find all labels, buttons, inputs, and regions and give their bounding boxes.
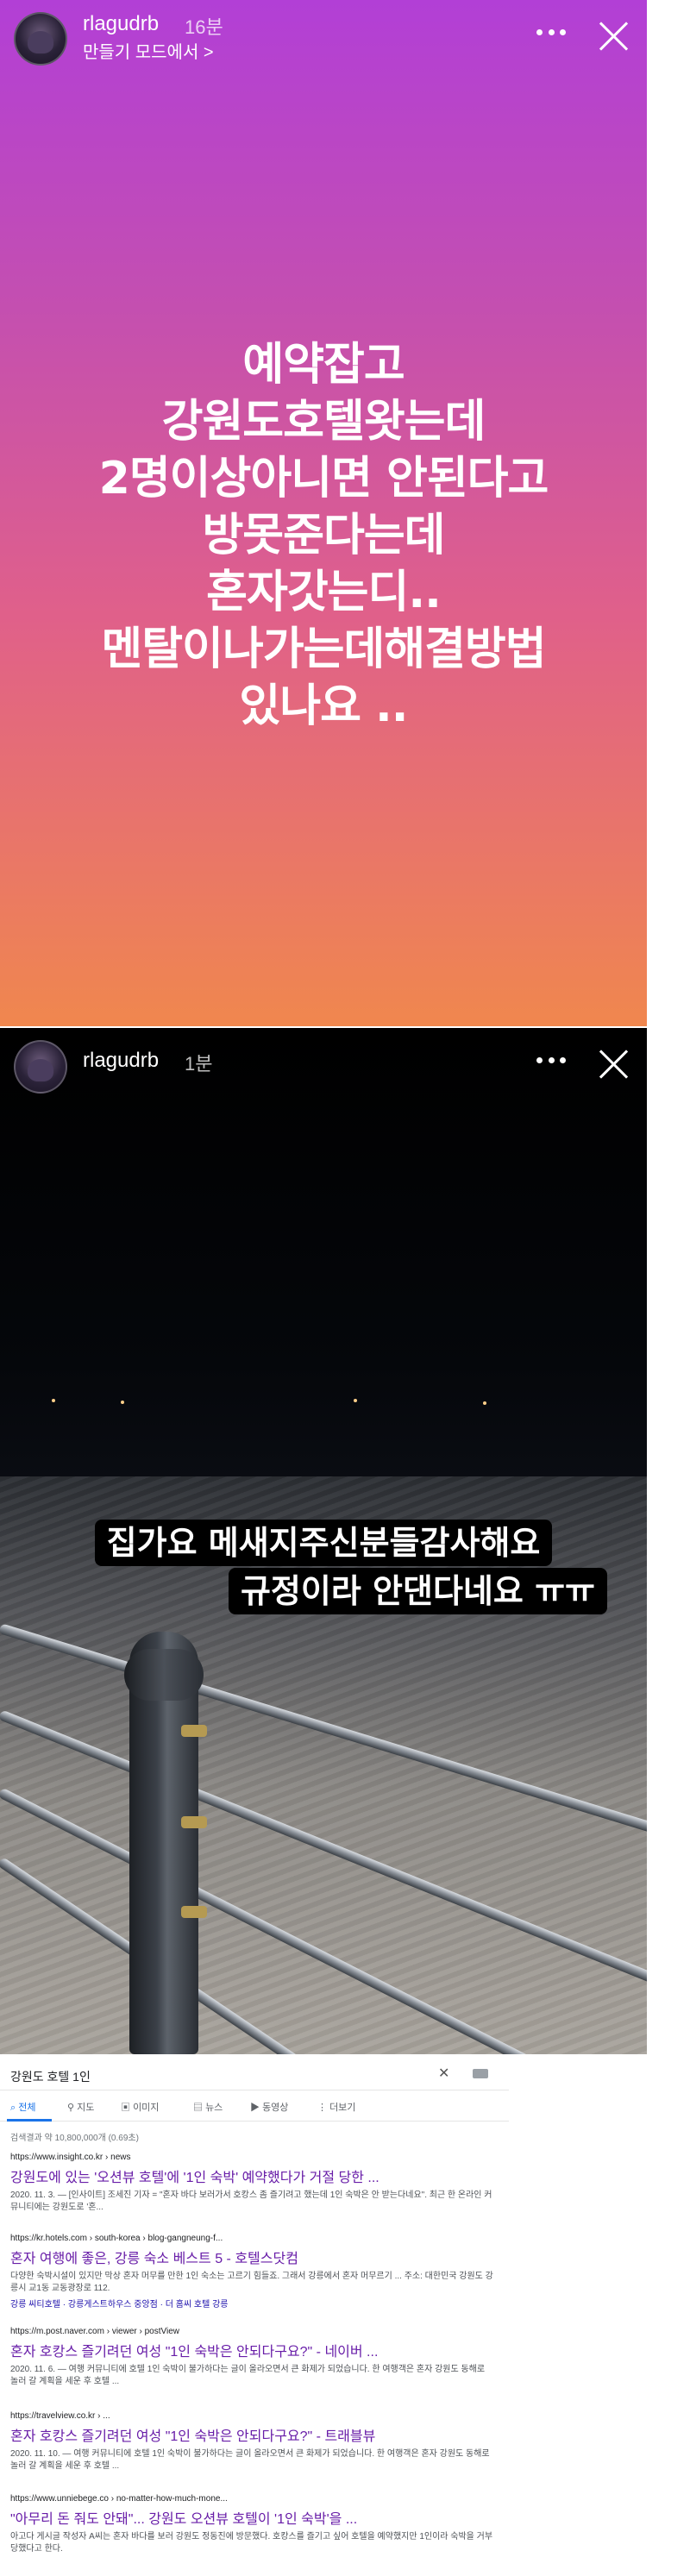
- result-title[interactable]: 혼자 호캉스 즐기려던 여성 "1인 숙박은 안되다구요?" - 네이버 ...: [10, 2340, 493, 2360]
- search-icon: ⌕: [10, 2103, 19, 2113]
- story-text: 예약잡고 강원도호텔왓는데 2명이상아니면 안된다고 방못준다는데 혼자갓는디.…: [0, 336, 647, 735]
- caption-line: 규정이라 안댄다네요 ㅠㅠ: [228, 1568, 607, 1614]
- story-text-line: 2명이상아니면 안된다고: [98, 453, 549, 505]
- search-result[interactable]: https://m.post.naver.com › viewer › post…: [10, 2327, 493, 2388]
- railing-post: [124, 1632, 207, 2054]
- result-url[interactable]: https://m.post.naver.com › viewer › post…: [10, 2327, 493, 2336]
- close-icon[interactable]: [597, 19, 630, 52]
- more-options-icon[interactable]: [536, 29, 566, 36]
- story-caption: 집가요 메새지주신분들감사해요 규정이라 안댄다네요 ㅠㅠ: [0, 1520, 647, 1616]
- result-title[interactable]: 혼자 호캉스 즐기려던 여성 "1인 숙박은 안되다구요?" - 트래블뷰: [10, 2424, 493, 2445]
- railing-ring: [181, 1725, 207, 1737]
- distant-lights: [0, 1399, 647, 1406]
- result-snippet: 다양한 숙박시설이 있지만 막상 혼자 머무를 만한 1인 숙소는 고르기 힘들…: [10, 2272, 493, 2293]
- search-result[interactable]: https://kr.hotels.com › south-korea › bl…: [10, 2234, 493, 2310]
- tab-images[interactable]: ▣ 이미지: [121, 2100, 159, 2114]
- more-icon: ⋮: [317, 2103, 330, 2113]
- username[interactable]: rlagudrb: [83, 12, 159, 36]
- close-icon[interactable]: [597, 1047, 630, 1080]
- result-sitelinks[interactable]: 강릉 씨티호텔 · 강릉게스트하우스 중앙점 · 더 홈씨 호텔 강릉: [10, 2297, 493, 2310]
- result-url[interactable]: https://kr.hotels.com › south-korea › bl…: [10, 2234, 493, 2243]
- result-snippet: 2020. 11. 6. — 여행 커뮤니티에 호텔 1인 숙박이 불가하다는 …: [10, 2365, 486, 2386]
- result-count: 검색결과 약 10,800,000개 (0.69초): [10, 2134, 139, 2143]
- search-input[interactable]: 강원도 호텔 1인: [10, 2068, 91, 2085]
- video-icon: ▶: [250, 2103, 263, 2113]
- result-url[interactable]: https://www.insight.co.kr › news: [10, 2153, 493, 2162]
- search-result[interactable]: https://travelview.co.kr › ... 혼자 호캉스 즐기…: [10, 2411, 493, 2473]
- search-results-page: 강원도 호텔 1인 ✕ ⌕ 전체 ⚲ 지도 ▣ 이미지 ▤ 뉴스 ▶ 동영상 ⋮…: [0, 2056, 509, 2576]
- search-result[interactable]: https://www.unniebege.co › no-matter-how…: [10, 2494, 493, 2555]
- result-url[interactable]: https://travelview.co.kr › ...: [10, 2411, 493, 2421]
- result-title[interactable]: "아무리 돈 줘도 안돼"... 강원도 오션뷰 호텔이 '1인 숙박'을 ..…: [10, 2507, 493, 2528]
- post-time: 1분: [185, 1053, 213, 1075]
- tab-news[interactable]: ▤ 뉴스: [193, 2100, 223, 2114]
- night-sky: [0, 1028, 647, 1511]
- result-title[interactable]: 강원도에 있는 '오션뷰 호텔'에 '1인 숙박' 예약했다가 거절 당한 ..…: [10, 2165, 493, 2186]
- more-options-icon[interactable]: [536, 1057, 566, 1064]
- create-mode-link[interactable]: 만들기 모드에서 >: [83, 38, 214, 63]
- story-header: rlagudrb 16분 만들기 모드에서 >: [0, 0, 647, 69]
- story-header: rlagudrb 1분: [0, 1028, 647, 1097]
- story-text-line: 멘탈이나가는데해결방법: [101, 624, 546, 675]
- tab-more[interactable]: ⋮ 더보기: [317, 2100, 355, 2114]
- result-snippet: 2020. 11. 3. — [인사이트] 조세진 기자 = "혼자 바다 보러…: [10, 2191, 492, 2212]
- search-result[interactable]: https://www.insight.co.kr › news 강원도에 있는…: [10, 2153, 493, 2214]
- keyboard-icon[interactable]: [473, 2069, 488, 2078]
- result-snippet: 2020. 11. 10. — 여행 커뮤니티에 호텔 1인 숙박이 불가하다는…: [10, 2449, 490, 2471]
- image-icon: ▣: [121, 2103, 134, 2113]
- news-icon: ▤: [193, 2103, 206, 2113]
- story-text-line: 강원도호텔왓는데: [161, 396, 486, 448]
- story-text-line: 있나요 ..: [239, 680, 408, 732]
- post-time: 16분: [185, 16, 223, 38]
- active-tab-indicator: [7, 2119, 52, 2122]
- story-card-2[interactable]: rlagudrb 1분 집가요 메새지주신분들감사해요 규정이라 안댄다네요 ㅠ…: [0, 1028, 647, 2054]
- result-url[interactable]: https://www.unniebege.co › no-matter-how…: [10, 2494, 493, 2504]
- railing-ring: [181, 1906, 207, 1918]
- story-text-line: 혼자갓는디..: [206, 567, 442, 618]
- tab-maps[interactable]: ⚲ 지도: [67, 2100, 94, 2114]
- tab-videos[interactable]: ▶ 동영상: [250, 2100, 288, 2114]
- story-text-line: 방못준다는데: [202, 510, 445, 561]
- map-pin-icon: ⚲: [67, 2103, 78, 2113]
- story-card-1[interactable]: rlagudrb 16분 만들기 모드에서 > 예약잡고 강원도호텔왓는데 2명…: [0, 0, 647, 1026]
- clear-icon[interactable]: ✕: [438, 2065, 449, 2082]
- username[interactable]: rlagudrb: [83, 1049, 159, 1073]
- avatar[interactable]: [14, 12, 67, 66]
- result-title[interactable]: 혼자 여행에 좋은, 강릉 숙소 베스트 5 - 호텔스닷컴: [10, 2247, 493, 2267]
- avatar[interactable]: [14, 1040, 67, 1094]
- result-snippet: 아고다 게시글 작성자 A씨는 혼자 바다를 보러 강원도 정동진에 방문했다.…: [10, 2532, 493, 2554]
- caption-line: 집가요 메새지주신분들감사해요: [94, 1520, 553, 1566]
- railing-ring: [181, 1816, 207, 1828]
- search-tabs: ⌕ 전체 ⚲ 지도 ▣ 이미지 ▤ 뉴스 ▶ 동영상 ⋮ 더보기: [0, 2090, 509, 2122]
- search-bar[interactable]: 강원도 호텔 1인 ✕: [0, 2056, 509, 2090]
- story-text-line: 예약잡고: [242, 339, 405, 391]
- tab-all[interactable]: ⌕ 전체: [10, 2100, 35, 2114]
